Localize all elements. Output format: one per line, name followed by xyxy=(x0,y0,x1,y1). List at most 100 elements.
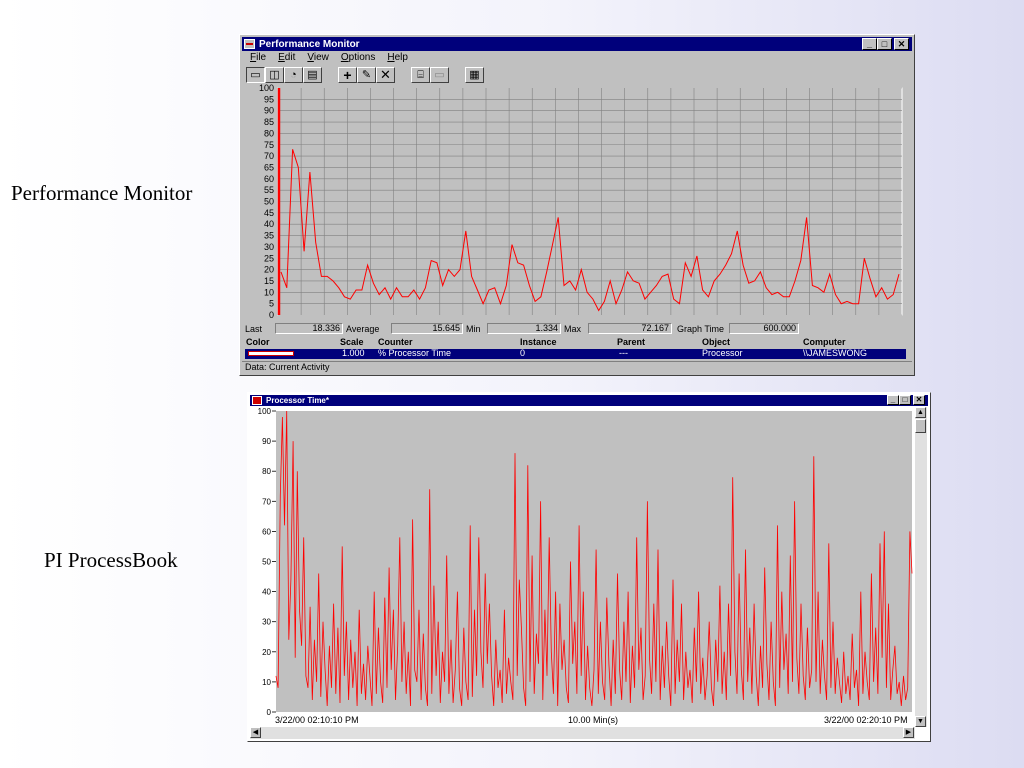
perfmon-window: Performance Monitor _ □ ✕ File Edit View… xyxy=(239,34,915,376)
scroll-right-button[interactable]: ▶ xyxy=(903,727,914,738)
pb-minimize-button[interactable]: _ xyxy=(887,395,899,405)
legend-col-parent[interactable]: Parent xyxy=(617,337,645,347)
y-tick-label: 100 xyxy=(258,407,272,416)
legend-computer: \\JAMESWONG xyxy=(803,348,868,358)
options-icon[interactable]: ▦ xyxy=(465,67,484,83)
y-tick-label: 90 xyxy=(264,106,274,116)
y-tick-label: 45 xyxy=(264,208,274,218)
legend-instance: 0 xyxy=(520,348,526,358)
perfmon-menubar: File Edit View Options Help xyxy=(244,52,408,65)
y-tick-label: 10 xyxy=(262,678,271,687)
graph-time-value: 600.000 xyxy=(729,323,799,334)
menu-edit[interactable]: Edit xyxy=(278,52,295,65)
vertical-scrollbar[interactable]: ▲ ▼ xyxy=(915,407,927,727)
processbook-app-icon[interactable] xyxy=(252,396,262,405)
y-tick-label: 70 xyxy=(262,497,271,506)
average-value: 15.645 xyxy=(391,323,463,334)
y-tick-label: 50 xyxy=(262,558,271,567)
max-label: Max xyxy=(564,324,582,334)
menu-file[interactable]: File xyxy=(250,52,266,65)
edit-counter-icon[interactable]: ✎ xyxy=(357,67,376,83)
add-counter-icon[interactable]: + xyxy=(338,67,357,83)
legend-row-processor-time[interactable]: 1.000 % Processor Time 0 --- Processor \… xyxy=(245,349,906,359)
legend-col-color[interactable]: Color xyxy=(246,337,270,347)
average-label: Average xyxy=(346,324,380,334)
x-axis-time-span: 10.00 Min(s) xyxy=(568,715,619,725)
min-value: 1.334 xyxy=(487,323,561,334)
menu-options[interactable]: Options xyxy=(341,52,375,65)
y-tick-label: 30 xyxy=(264,242,274,252)
perfmon-chart: 05 101520 253035 404550 5560 657075 808590 9510… xyxy=(259,84,903,320)
scroll-down-button[interactable]: ▼ xyxy=(915,716,926,727)
perfmon-toolbar: ▭ ◫ ◔ ▤ + ✎ ✕ ⌸ ▭ ▦ xyxy=(246,66,484,84)
perfmon-app-icon[interactable] xyxy=(244,39,255,49)
chart-view-icon[interactable]: ▭ xyxy=(246,67,265,83)
y-tick-label: 40 xyxy=(262,588,271,597)
y-tick-label: 75 xyxy=(264,140,274,150)
pb-close-button[interactable]: ✕ xyxy=(913,395,925,405)
perfmon-titlebar[interactable]: Performance Monitor _ □ ✕ xyxy=(242,37,912,51)
perfmon-stats: Last 18.336 Average 15.645 Min 1.334 Max… xyxy=(245,323,911,336)
y-tick-label: 65 xyxy=(264,162,274,172)
y-tick-label: 60 xyxy=(264,174,274,184)
log-view-icon[interactable]: ◔ xyxy=(284,67,303,83)
y-tick-label: 70 xyxy=(264,151,274,161)
processbook-window: Processor Time* _ □ ✕ 0 10 20 30 40 50 60 70 80 9… xyxy=(247,392,931,742)
y-tick-label: 40 xyxy=(264,219,274,229)
menu-help[interactable]: Help xyxy=(387,52,408,65)
y-tick-label: 50 xyxy=(264,197,274,207)
y-tick-label: 20 xyxy=(262,648,271,657)
legend-scale: 1.000 xyxy=(342,348,365,358)
y-tick-label: 0 xyxy=(269,310,274,320)
snapshot-icon[interactable]: ⌸ xyxy=(411,67,430,83)
max-value: 72.167 xyxy=(588,323,672,334)
delete-counter-icon[interactable]: ✕ xyxy=(376,67,395,83)
horizontal-scrollbar[interactable]: ◀ ▶ xyxy=(250,727,915,739)
alert-view-icon[interactable]: ◫ xyxy=(265,67,284,83)
vertical-scroll-thumb[interactable] xyxy=(915,419,926,433)
legend-col-computer[interactable]: Computer xyxy=(803,337,846,347)
legend-col-counter[interactable]: Counter xyxy=(378,337,413,347)
scroll-up-button[interactable]: ▲ xyxy=(915,407,926,418)
processbook-titlebar[interactable]: Processor Time* _ □ ✕ xyxy=(250,395,928,406)
scroll-left-button[interactable]: ◀ xyxy=(250,727,261,738)
minimize-button[interactable]: _ xyxy=(862,38,877,50)
y-tick-label: 30 xyxy=(262,618,271,627)
processbook-title: Processor Time* xyxy=(266,396,329,405)
y-tick-label: 90 xyxy=(262,437,271,446)
processbook-caption: PI ProcessBook xyxy=(44,548,178,572)
last-value: 18.336 xyxy=(275,323,343,334)
processbook-chart: 0 10 20 30 40 50 60 70 80 90 100 xyxy=(250,407,913,727)
y-tick-label: 5 xyxy=(269,299,274,309)
legend-col-instance[interactable]: Instance xyxy=(520,337,557,347)
last-label: Last xyxy=(245,324,263,334)
bookmark-icon[interactable]: ▭ xyxy=(430,67,449,83)
y-tick-label: 55 xyxy=(264,185,274,195)
x-axis-start-time: 3/22/00 02:10:10 PM xyxy=(275,715,359,725)
legend-object: Processor xyxy=(702,348,743,358)
report-view-icon[interactable]: ▤ xyxy=(303,67,322,83)
min-label: Min xyxy=(466,324,481,334)
y-tick-label: 60 xyxy=(262,527,271,536)
y-tick-label: 80 xyxy=(262,467,271,476)
y-tick-label: 20 xyxy=(264,265,274,275)
x-axis-end-time: 3/22/00 02:20:10 PM xyxy=(824,715,908,725)
y-tick-label: 100 xyxy=(259,84,274,93)
legend-col-scale[interactable]: Scale xyxy=(340,337,364,347)
y-tick-label: 95 xyxy=(264,94,274,104)
legend-parent: --- xyxy=(619,348,628,358)
maximize-button[interactable]: □ xyxy=(877,38,892,50)
perfmon-title: Performance Monitor xyxy=(259,38,360,50)
y-tick-label: 35 xyxy=(264,231,274,241)
y-tick-label: 85 xyxy=(264,117,274,127)
graph-time-label: Graph Time xyxy=(677,324,725,334)
legend-counter: % Processor Time xyxy=(378,348,452,358)
perfmon-caption: Performance Monitor xyxy=(11,181,193,205)
menu-view[interactable]: View xyxy=(307,52,329,65)
y-tick-label: 25 xyxy=(264,253,274,263)
y-tick-label: 10 xyxy=(264,287,274,297)
perfmon-statusbar: Data: Current Activity xyxy=(242,361,912,373)
pb-maximize-button[interactable]: □ xyxy=(899,395,911,405)
close-button[interactable]: ✕ xyxy=(894,38,909,50)
legend-col-object[interactable]: Object xyxy=(702,337,730,347)
